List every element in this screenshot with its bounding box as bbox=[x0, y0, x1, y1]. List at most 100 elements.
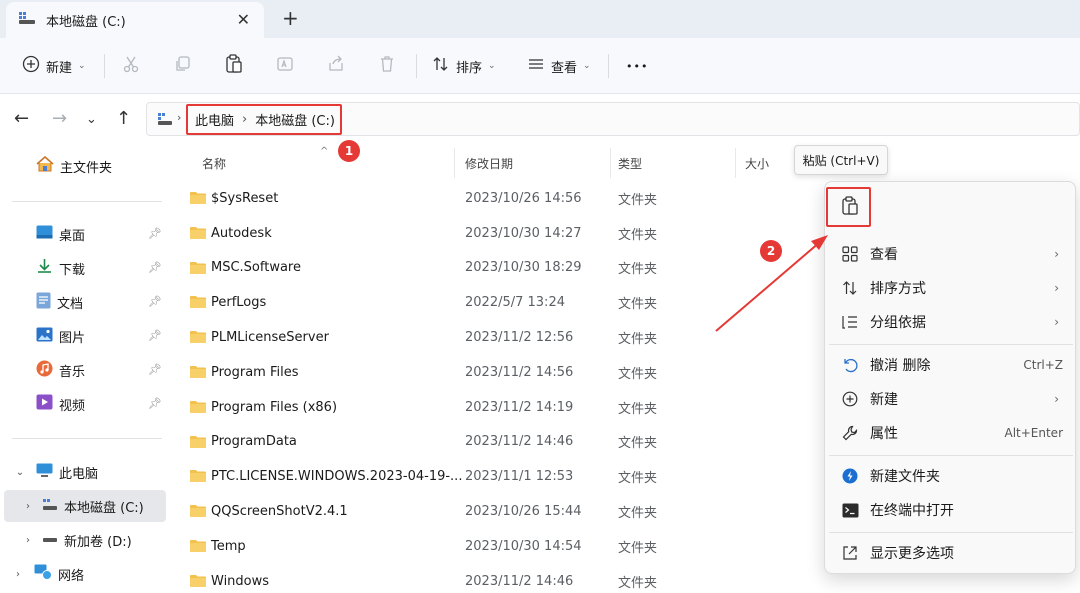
sidebar-item-pictures[interactable]: 图片 📌︎ bbox=[0, 320, 166, 352]
rename-button[interactable] bbox=[276, 38, 294, 94]
plus-circle-icon bbox=[841, 390, 859, 408]
table-row[interactable]: QQScreenShotV2.4.1 2023/10/26 15:44 文件夹 bbox=[180, 494, 820, 529]
pin-icon[interactable]: 📌︎ bbox=[148, 397, 162, 410]
menu-item-shortcut: Ctrl+Z bbox=[1023, 358, 1063, 372]
menu-item-label: 属性 bbox=[870, 426, 898, 442]
more-options-button[interactable]: ••• bbox=[626, 38, 648, 94]
file-date: 2023/11/2 12:56 bbox=[465, 330, 574, 346]
table-row[interactable]: Program Files (x86) 2023/11/2 14:19 文件夹 bbox=[180, 390, 820, 425]
pin-icon[interactable]: 📌︎ bbox=[148, 329, 162, 342]
cut-button[interactable] bbox=[122, 38, 140, 94]
computer-icon bbox=[36, 463, 53, 482]
drive-icon bbox=[42, 533, 58, 548]
chevron-right-icon: › bbox=[1054, 247, 1059, 261]
column-header-name[interactable]: 名称 bbox=[202, 155, 226, 172]
menu-item-label: 排序方式 bbox=[870, 281, 926, 297]
column-divider[interactable] bbox=[735, 148, 736, 178]
table-row[interactable]: PTC.LICENSE.WINDOWS.2023-04-19-... 2023/… bbox=[180, 459, 820, 494]
file-name: QQScreenShotV2.4.1 bbox=[211, 504, 348, 520]
sidebar-item-drive-c[interactable]: › 本地磁盘 (C:) bbox=[4, 490, 166, 522]
menu-item-view[interactable]: 查看 › bbox=[825, 237, 1077, 271]
new-tab-button[interactable]: + bbox=[282, 6, 299, 30]
table-row[interactable]: $SysReset 2023/10/26 14:56 文件夹 bbox=[180, 181, 820, 216]
chevron-right-icon[interactable]: › bbox=[12, 569, 24, 580]
chevron-right-icon[interactable]: › bbox=[22, 535, 34, 546]
file-name: Program Files (x86) bbox=[211, 399, 338, 415]
view-lines-icon bbox=[527, 55, 545, 77]
sidebar-item-videos[interactable]: 视频 📌︎ bbox=[0, 388, 166, 420]
column-divider[interactable] bbox=[454, 148, 455, 178]
delete-button[interactable] bbox=[378, 38, 396, 94]
table-row[interactable]: Windows 2023/11/2 14:46 文件夹 bbox=[180, 564, 820, 593]
menu-item-properties[interactable]: 属性 Alt+Enter bbox=[825, 416, 1077, 450]
back-arrow-icon[interactable]: ← bbox=[14, 108, 29, 129]
menu-item-sort-by[interactable]: 排序方式 › bbox=[825, 271, 1077, 305]
column-header-modified[interactable]: 修改日期 bbox=[465, 155, 513, 172]
pin-icon[interactable]: 📌︎ bbox=[148, 261, 162, 274]
column-header-size[interactable]: 大小 bbox=[745, 155, 769, 172]
sidebar-item-this-pc[interactable]: ⌄ 此电脑 bbox=[0, 456, 166, 488]
tab-bar: 本地磁盘 (C:) ✕ + bbox=[0, 0, 1080, 38]
menu-item-show-more-options[interactable]: 显示更多选项 bbox=[825, 536, 1077, 570]
column-divider[interactable] bbox=[610, 148, 611, 178]
chevron-right-icon[interactable]: › bbox=[22, 501, 34, 512]
file-type: 文件夹 bbox=[618, 436, 658, 452]
recent-chevron-icon[interactable]: ⌄ bbox=[86, 112, 97, 127]
menu-item-group-by[interactable]: 分组依据 › bbox=[825, 305, 1077, 339]
menu-item-undo-delete[interactable]: 撤消 删除 Ctrl+Z bbox=[825, 348, 1077, 382]
terminal-icon bbox=[841, 501, 859, 519]
chevron-down-icon[interactable]: ⌄ bbox=[14, 467, 26, 478]
file-date: 2022/5/7 13:24 bbox=[465, 295, 565, 311]
sidebar-item-label: 此电脑 bbox=[59, 466, 99, 482]
sidebar-item-network[interactable]: › 网络 bbox=[0, 558, 166, 590]
video-icon bbox=[36, 394, 53, 414]
sort-button[interactable]: 排序 ⌄ bbox=[432, 38, 496, 94]
menu-item-new-folder[interactable]: 新建文件夹 bbox=[825, 459, 1077, 493]
new-folder-icon bbox=[841, 467, 859, 485]
sidebar-item-label: 文档 bbox=[57, 296, 84, 312]
menu-item-new[interactable]: 新建 › bbox=[825, 382, 1077, 416]
tab-title: 本地磁盘 (C:) bbox=[46, 14, 126, 30]
sort-button-label: 排序 bbox=[456, 60, 483, 76]
pin-icon[interactable]: 📌︎ bbox=[148, 227, 162, 240]
pin-icon[interactable]: 📌︎ bbox=[148, 363, 162, 376]
paste-toolbar-button[interactable] bbox=[225, 38, 243, 94]
tab-local-disk-c[interactable]: 本地磁盘 (C:) ✕ bbox=[6, 2, 264, 38]
table-row[interactable]: Program Files 2023/11/2 14:56 文件夹 bbox=[180, 355, 820, 390]
sidebar-item-home[interactable]: 主文件夹 bbox=[0, 150, 166, 182]
up-arrow-icon[interactable]: ↑ bbox=[116, 108, 131, 129]
column-header: ^ 名称 修改日期 类型 大小 bbox=[180, 146, 800, 180]
forward-arrow-icon[interactable]: → bbox=[52, 108, 67, 129]
sidebar-item-desktop[interactable]: 桌面 📌︎ bbox=[0, 218, 166, 250]
file-type: 文件夹 bbox=[618, 366, 658, 382]
sidebar-item-drive-d[interactable]: › 新加卷 (D:) bbox=[0, 524, 166, 556]
column-header-type[interactable]: 类型 bbox=[618, 155, 642, 172]
menu-item-open-in-terminal[interactable]: 在终端中打开 bbox=[825, 493, 1077, 527]
close-icon[interactable]: ✕ bbox=[237, 10, 250, 29]
sidebar-item-documents[interactable]: 文档 📌︎ bbox=[0, 286, 166, 318]
sidebar-item-label: 下载 bbox=[59, 262, 86, 278]
share-button[interactable] bbox=[327, 38, 345, 94]
folder-icon bbox=[190, 400, 206, 413]
menu-divider bbox=[829, 532, 1073, 533]
sidebar-item-downloads[interactable]: 下载 📌︎ bbox=[0, 252, 166, 284]
table-row[interactable]: Temp 2023/10/30 14:54 文件夹 bbox=[180, 529, 820, 564]
home-icon bbox=[36, 155, 54, 176]
chevron-right-icon: › bbox=[1054, 281, 1059, 295]
new-button[interactable]: 新建 ⌄ bbox=[22, 38, 86, 94]
folder-icon bbox=[190, 435, 206, 448]
menu-item-label: 撤消 删除 bbox=[870, 358, 931, 374]
menu-item-label: 分组依据 bbox=[870, 315, 926, 331]
menu-item-label: 在终端中打开 bbox=[870, 503, 954, 519]
sidebar-item-music[interactable]: 音乐 📌︎ bbox=[0, 354, 166, 386]
folder-icon bbox=[190, 191, 206, 204]
copy-button[interactable] bbox=[174, 38, 192, 94]
chevron-right-icon: › bbox=[1054, 315, 1059, 329]
pin-icon[interactable]: 📌︎ bbox=[148, 295, 162, 308]
navigation-pane: 主文件夹 桌面 📌︎ 下载 📌︎ 文档 📌︎ 图片 📌︎ 音乐 📌︎ 视频 📌︎… bbox=[0, 146, 175, 593]
view-button[interactable]: 查看 ⌄ bbox=[527, 38, 591, 94]
menu-divider bbox=[829, 455, 1073, 456]
table-row[interactable]: ProgramData 2023/11/2 14:46 文件夹 bbox=[180, 425, 820, 460]
file-date: 2023/11/2 14:46 bbox=[465, 573, 574, 589]
sidebar-divider bbox=[12, 438, 162, 439]
